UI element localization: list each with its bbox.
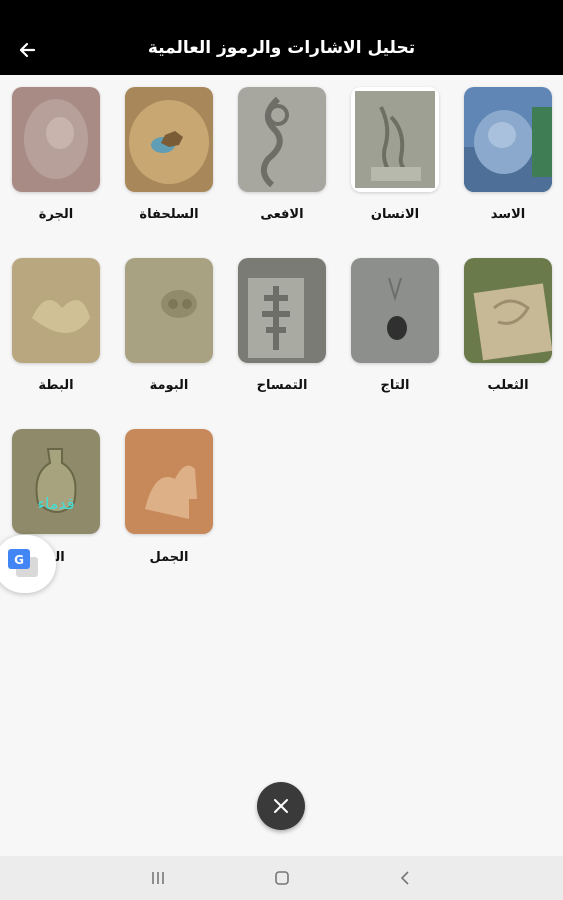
item-camel-tile[interactable] — [125, 429, 213, 534]
item-snake-tile[interactable] — [238, 87, 326, 192]
translate-button[interactable]: G — [0, 535, 56, 593]
recent-apps-icon[interactable] — [143, 866, 173, 890]
turtle-carving-icon — [125, 87, 213, 192]
camel-carving-icon — [125, 429, 213, 534]
item-lion-label: الاسد — [490, 207, 526, 222]
item-crocodile-tile[interactable] — [238, 258, 326, 363]
item-duck-label: البطة — [38, 378, 74, 393]
item-human-tile[interactable] — [351, 87, 439, 192]
item-jar-tile[interactable] — [12, 87, 100, 192]
fox-carving-icon — [464, 258, 552, 363]
item-owl-tile[interactable] — [125, 258, 213, 363]
svg-text:G: G — [14, 553, 24, 567]
watermark-text: قدماء — [37, 494, 74, 513]
owl-carving-icon — [125, 258, 213, 363]
page-title: تحليل الاشارات والرموز العالمية — [147, 38, 416, 58]
item-crocodile-label: التمساح — [256, 378, 308, 393]
item-lion-tile[interactable] — [464, 87, 552, 192]
crocodile-carving-icon — [238, 258, 326, 363]
item-turtle-label: السلحفاة — [139, 207, 199, 222]
item-owl-label: البومة — [149, 378, 189, 393]
back-icon[interactable] — [390, 866, 420, 890]
google-translate-icon: G — [8, 549, 38, 577]
item-duck-tile[interactable] — [12, 258, 100, 363]
close-icon — [274, 799, 288, 813]
home-icon[interactable] — [267, 866, 297, 890]
item-crown-tile[interactable] — [351, 258, 439, 363]
item-crown-label: التاج — [380, 378, 410, 393]
item-fox-label: الثعلب — [487, 378, 529, 393]
human-carving-icon — [351, 87, 439, 192]
lion-carving-icon — [464, 87, 552, 192]
item-turtle-tile[interactable] — [125, 87, 213, 192]
crown-carving-icon — [351, 258, 439, 363]
item-fox-tile[interactable] — [464, 258, 552, 363]
snake-carving-icon — [238, 87, 326, 192]
duck-carving-icon — [12, 258, 100, 363]
item-human-label: الانسان — [370, 207, 420, 222]
item-jar-label: الجرة — [38, 207, 74, 222]
item-camel-label: الجمل — [149, 550, 189, 565]
item-snake-label: الافعى — [260, 207, 304, 222]
close-button[interactable] — [257, 782, 305, 830]
item-pot-tile[interactable]: قدماء — [12, 429, 100, 534]
app-bar: تحليل الاشارات والرموز العالمية — [0, 0, 563, 75]
jar-carving-icon — [12, 87, 100, 192]
pot-carving-icon: قدماء — [12, 429, 100, 534]
system-navigation-bar — [0, 856, 563, 900]
